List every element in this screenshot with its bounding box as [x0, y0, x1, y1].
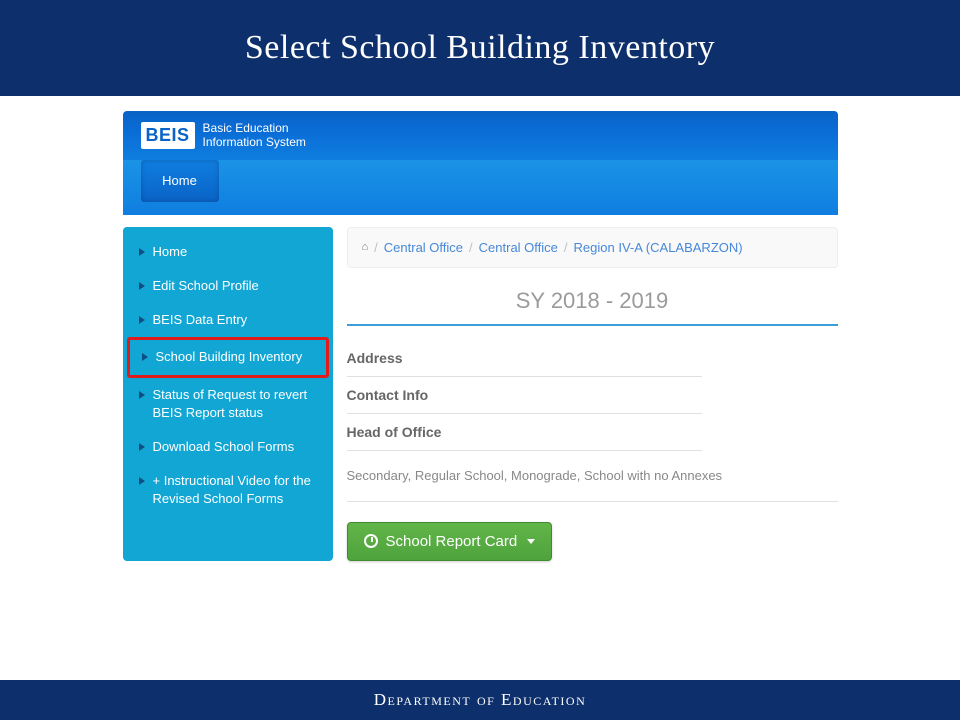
- breadcrumb-link[interactable]: Central Office: [384, 240, 463, 255]
- logo-text: Basic Education Information System: [203, 121, 306, 150]
- breadcrumb-sep: /: [374, 240, 378, 255]
- school-description: Secondary, Regular School, Monograde, Sc…: [347, 451, 838, 502]
- breadcrumb-sep: /: [469, 240, 473, 255]
- contact-label: Contact Info: [347, 377, 702, 414]
- page-body: BEIS Basic Education Information System …: [0, 96, 960, 680]
- logo-line1: Basic Education: [203, 121, 306, 135]
- content-row: Home Edit School Profile BEIS Data Entry…: [123, 227, 838, 561]
- school-year-title: SY 2018 - 2019: [347, 288, 838, 314]
- arrow-icon: [139, 316, 145, 324]
- arrow-icon: [139, 282, 145, 290]
- sidebar-item-download-forms[interactable]: Download School Forms: [123, 430, 333, 464]
- breadcrumb-sep: /: [564, 240, 568, 255]
- school-report-card-button[interactable]: School Report Card: [347, 522, 553, 561]
- arrow-icon: [142, 353, 148, 361]
- app-chrome: BEIS Basic Education Information System …: [123, 111, 838, 561]
- app-header: BEIS Basic Education Information System: [123, 111, 838, 160]
- arrow-icon: [139, 477, 145, 485]
- breadcrumb-link[interactable]: Central Office: [479, 240, 558, 255]
- sidebar-item-label: Download School Forms: [153, 438, 295, 456]
- caret-down-icon: [527, 539, 535, 544]
- highlight-box: School Building Inventory: [127, 337, 329, 377]
- logo-line2: Information System: [203, 135, 306, 149]
- sidebar-item-label: BEIS Data Entry: [153, 311, 248, 329]
- sidebar: Home Edit School Profile BEIS Data Entry…: [123, 227, 333, 561]
- main-panel: ⌂ / Central Office / Central Office / Re…: [347, 227, 838, 561]
- tab-home[interactable]: Home: [141, 160, 219, 202]
- sidebar-item-label: Edit School Profile: [153, 277, 259, 295]
- menubar: Home: [123, 160, 838, 215]
- slide-footer: Department of Education: [0, 680, 960, 720]
- sidebar-item-status-request[interactable]: Status of Request to revert BEIS Report …: [123, 378, 333, 430]
- sidebar-item-building-inventory[interactable]: School Building Inventory: [130, 340, 326, 374]
- sidebar-item-label: + Instructional Video for the Revised Sc…: [153, 472, 321, 508]
- clock-icon: [364, 534, 378, 548]
- report-button-label: School Report Card: [386, 533, 518, 550]
- sidebar-item-instructional-video[interactable]: + Instructional Video for the Revised Sc…: [123, 464, 333, 516]
- divider: [347, 324, 838, 326]
- sidebar-item-home[interactable]: Home: [123, 235, 333, 269]
- sidebar-item-data-entry[interactable]: BEIS Data Entry: [123, 303, 333, 337]
- slide-title: Select School Building Inventory: [0, 0, 960, 96]
- address-label: Address: [347, 340, 702, 377]
- arrow-icon: [139, 248, 145, 256]
- sidebar-item-edit-profile[interactable]: Edit School Profile: [123, 269, 333, 303]
- arrow-icon: [139, 443, 145, 451]
- sidebar-item-label: School Building Inventory: [156, 348, 303, 366]
- sidebar-item-label: Status of Request to revert BEIS Report …: [153, 386, 321, 422]
- arrow-icon: [139, 391, 145, 399]
- head-office-label: Head of Office: [347, 414, 702, 451]
- logo-row: BEIS Basic Education Information System: [141, 121, 820, 160]
- breadcrumb: ⌂ / Central Office / Central Office / Re…: [347, 227, 838, 268]
- home-icon[interactable]: ⌂: [362, 241, 369, 253]
- sidebar-item-label: Home: [153, 243, 188, 261]
- logo-badge: BEIS: [141, 122, 195, 149]
- breadcrumb-link[interactable]: Region IV-A (CALABARZON): [574, 240, 743, 255]
